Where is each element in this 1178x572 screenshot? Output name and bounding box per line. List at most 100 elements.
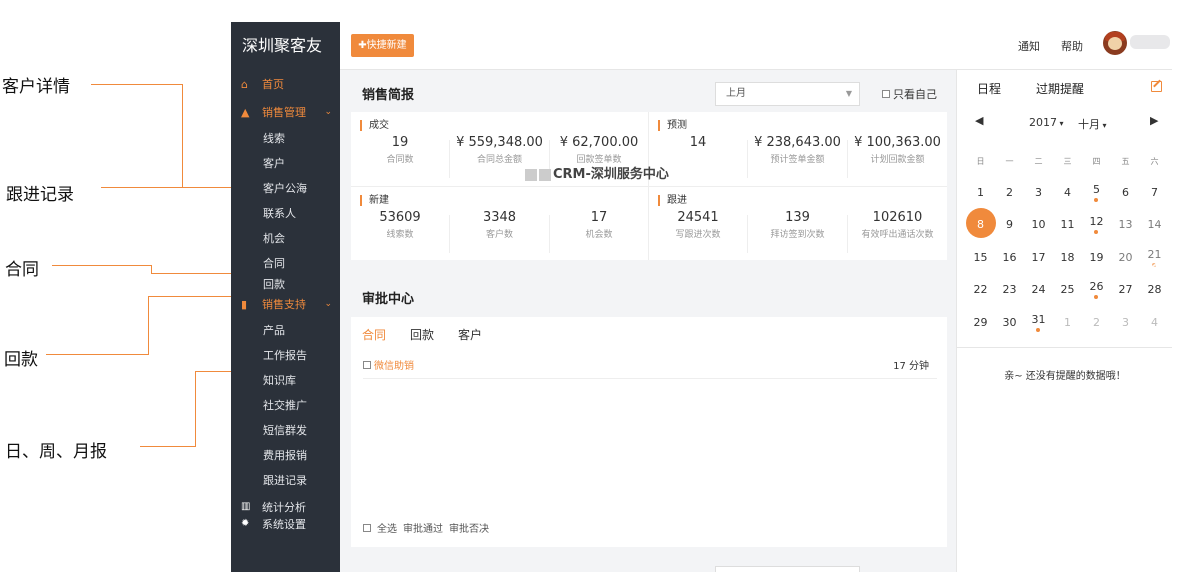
calendar-day[interactable]: 24 [1024,283,1053,296]
only-me-checkbox[interactable]: 只看自己 [882,86,937,102]
calendar-day[interactable]: 6 [1111,186,1140,199]
calendar-day[interactable]: 27 [1111,283,1140,296]
annotation-customer-detail: 客户详情 [2,77,70,97]
edit-icon[interactable] [1151,81,1162,92]
chevron-down-icon: ⌄ [324,299,332,309]
nav-home[interactable]: ⌂ 首页 [231,70,340,98]
nav-knowledge-base[interactable]: 知识库 [231,368,340,393]
stat-cell[interactable]: 53609 线索数 [351,210,449,254]
notifications-link[interactable]: 通知 [1018,38,1040,54]
watermark: CRM-深圳服务中心 [525,163,669,182]
nav-payments[interactable]: 回款 [231,276,340,294]
help-link[interactable]: 帮助 [1061,38,1083,54]
calendar-day-next-month[interactable]: 2 [1082,316,1111,329]
nav-contracts[interactable]: 合同 [231,251,340,276]
nav-sales-support[interactable]: ▮ 销售支持 ⌄ [231,294,340,314]
nav-sms-broadcast[interactable]: 短信群发 [231,418,340,443]
nav-social-promotion[interactable]: 社交推广 [231,393,340,418]
calendar-day[interactable]: 17 [1024,251,1053,264]
calendar-day-next-month[interactable]: 1 [1053,316,1082,329]
weekday-label: 四 [1092,157,1101,166]
stat-label: 合同数 [386,155,414,165]
calendar-day[interactable]: 16 [995,251,1024,264]
top-bar: ✚快捷新建 通知 帮助 [340,22,1172,70]
nav-contacts[interactable]: 联系人 [231,201,340,226]
checkbox-box[interactable] [363,360,371,369]
calendar-day[interactable]: 9 [995,218,1024,231]
nav-opportunities[interactable]: 机会 [231,226,340,251]
calendar-day-next-month[interactable]: 4 [1140,316,1169,329]
period-select-value: 上月 [726,88,746,99]
calendar-day[interactable]: 5 [1082,183,1111,196]
deal-title: 成交 [360,120,389,131]
nav-customer-pool[interactable]: 客户公海 [231,176,340,201]
calendar-day[interactable]: 18 [1053,251,1082,264]
stat-value: 17 [590,210,608,225]
calendar-day-today[interactable]: 8 [966,218,995,231]
stat-cell[interactable]: 17 机会数 [550,210,648,254]
stat-cell[interactable]: ¥ 100,363.00 计划回款金额 [848,135,947,179]
stat-cell[interactable]: 102610 有效呼出通话次数 [848,210,947,254]
calendar-day[interactable]: 3 [1024,186,1053,199]
stat-cell[interactable]: 19 合同数 [351,135,449,179]
approval-item-name[interactable]: 微信助销 [374,357,414,372]
tab-payments[interactable]: 回款 [410,326,434,343]
year-select[interactable]: 2017 ▾ [1029,116,1064,129]
nav-settings[interactable]: ✹ 系统设置 [231,515,340,532]
quick-create-button[interactable]: ✚快捷新建 [351,34,414,57]
select-all-checkbox[interactable] [363,523,371,532]
calendar-day[interactable]: 1 [966,186,995,199]
month-value: 十月 [1078,118,1100,131]
tab-customers[interactable]: 客户 [458,326,482,343]
stat-cell[interactable]: 3348 客户数 [450,210,549,254]
sales-brief-panel: 成交 19 合同数 ¥ 559,348.00 合同总金额 ¥ 62,700.00… [351,112,947,260]
next-month-arrow-icon[interactable]: ▶ [1150,114,1158,127]
sidebar: 深圳聚客友 ⌂ 首页 ▲ 销售管理 ⌄ 线索 客户 客户公海 联系人 机会 合同… [231,22,340,572]
calendar-day[interactable]: 4 [1053,186,1082,199]
avatar[interactable] [1103,31,1127,55]
calendar-day[interactable]: 2 [995,186,1024,199]
tab-contracts[interactable]: 合同 [362,326,386,343]
nav-sales-management[interactable]: ▲ 销售管理 ⌄ [231,98,340,126]
stat-cell[interactable]: 139 拜访签到次数 [748,210,847,254]
nav-statistics[interactable]: ▥ 统计分析 [231,498,340,515]
calendar-day[interactable]: 22 [966,283,995,296]
nav-customers[interactable]: 客户 [231,151,340,176]
calendar-day[interactable]: 28 [1140,283,1169,296]
nav-expenses[interactable]: 费用报销 [231,443,340,468]
calendar-day[interactable]: 30 [995,316,1024,329]
new-title: 新建 [360,195,389,206]
calendar-day[interactable]: 7 [1140,186,1169,199]
stat-value: ¥ 100,363.00 [854,135,941,150]
calendar-day[interactable]: 26 [1082,280,1111,293]
stat-cell[interactable]: 24541 写跟进次数 [649,210,747,254]
nav-follow-records[interactable]: 跟进记录 [231,468,340,493]
prev-month-arrow-icon[interactable]: ◀ [975,114,983,127]
calendar-day[interactable]: 11 [1053,218,1082,231]
event-dot [1094,198,1098,202]
nav-work-reports[interactable]: 工作报告 [231,343,340,368]
reject-button[interactable]: 审批否决 [449,520,489,535]
period-select[interactable]: 上月 ▼ [715,82,860,106]
nav-leads[interactable]: 线索 [231,126,340,151]
calendar-day[interactable]: 15 [966,251,995,264]
area-chart-icon: ▲ [241,105,250,119]
forecast-title: 预测 [658,120,687,131]
nav-products[interactable]: 产品 [231,318,340,343]
event-dot [1036,328,1040,332]
calendar-day-next-month[interactable]: 3 [1111,316,1140,329]
approve-button[interactable]: 审批通过 [403,520,443,535]
calendar-day[interactable]: 23 [995,283,1024,296]
calendar-day[interactable]: 29 [966,316,995,329]
month-select[interactable]: 十月 ▾ [1078,116,1107,132]
stat-cell[interactable]: ¥ 238,643.00 预计签单金额 [748,135,847,179]
calendar-day[interactable]: 10 [1024,218,1053,231]
select-all-label[interactable]: 全选 [377,520,397,535]
approval-row[interactable]: 微信助销 17 分钟 [363,357,937,379]
tab-expired-reminders[interactable]: 过期提醒 [1036,80,1084,97]
calendar-day[interactable]: 25 [1053,283,1082,296]
tab-schedule[interactable]: 日程 [977,80,1001,97]
weekday-label: 六 [1150,157,1159,166]
caret-down-icon: ▼ [845,89,852,98]
calendar-day[interactable]: 31 [1024,313,1053,326]
